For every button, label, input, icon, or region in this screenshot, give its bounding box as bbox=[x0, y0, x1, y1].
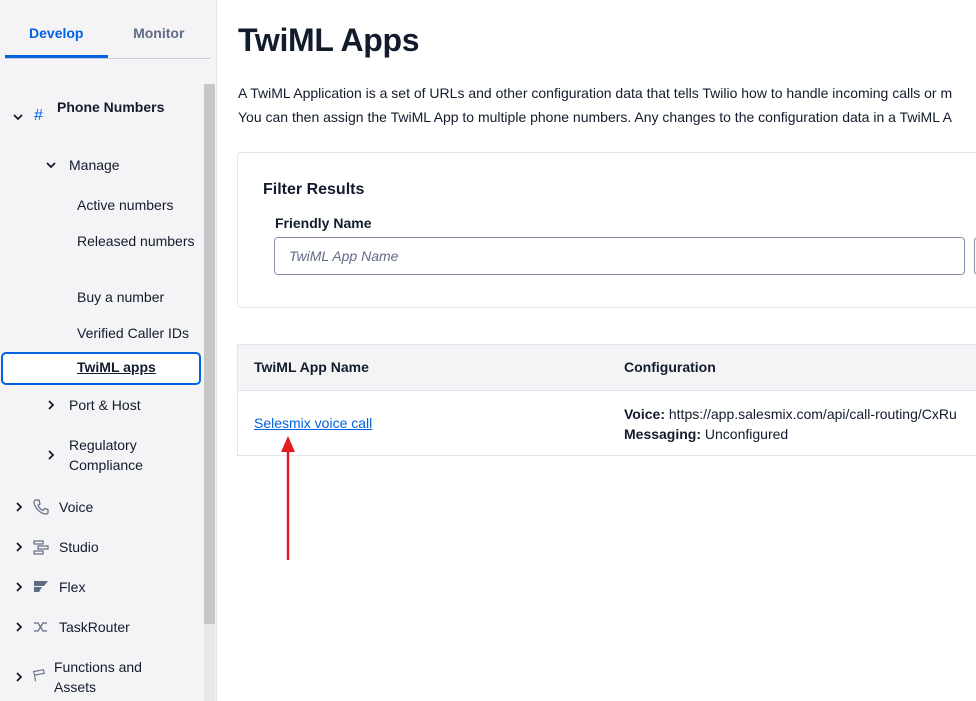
chevron-right-icon[interactable] bbox=[14, 502, 24, 512]
voice-config: Voice: https://app.salesmix.com/api/call… bbox=[624, 404, 957, 424]
sidebar-item-phone-numbers[interactable]: Phone Numbers bbox=[57, 97, 167, 117]
main-content: TwiML Apps A TwiML Application is a set … bbox=[218, 0, 976, 701]
description-line: A TwiML Application is a set of URLs and… bbox=[238, 85, 953, 101]
chevron-right-icon[interactable] bbox=[46, 400, 56, 410]
sidebar: Develop Monitor # Phone Numbers Manage A… bbox=[0, 0, 217, 701]
column-header-configuration: Configuration bbox=[624, 359, 716, 375]
filter-card: Filter Results Friendly Name bbox=[237, 152, 976, 308]
chevron-down-icon[interactable] bbox=[46, 160, 56, 170]
chevron-down-icon[interactable] bbox=[13, 112, 23, 122]
sidebar-item-taskrouter[interactable]: TaskRouter bbox=[59, 617, 130, 637]
configuration-cell: Voice: https://app.salesmix.com/api/call… bbox=[624, 404, 957, 444]
messaging-label: Messaging: bbox=[624, 426, 702, 442]
messaging-config: Messaging: Unconfigured bbox=[624, 424, 957, 444]
sidebar-item-label: TwiML apps bbox=[77, 359, 156, 375]
voice-url: https://app.salesmix.com/api/call-routin… bbox=[668, 406, 957, 422]
filter-title: Filter Results bbox=[263, 181, 365, 198]
sidebar-item-functions-and-assets[interactable]: Functions and Assets bbox=[54, 657, 174, 697]
tab-monitor[interactable]: Monitor bbox=[108, 0, 211, 58]
messaging-value: Unconfigured bbox=[704, 426, 789, 442]
twiml-apps-table: TwiML App Name Configuration Selesmix vo… bbox=[237, 344, 976, 456]
page-description: A TwiML Application is a set of URLs and… bbox=[238, 81, 976, 129]
chevron-right-icon[interactable] bbox=[14, 582, 24, 592]
sidebar-scroll-track[interactable] bbox=[204, 624, 215, 701]
voice-label: Voice: bbox=[624, 406, 665, 422]
sidebar-item-studio[interactable]: Studio bbox=[59, 537, 99, 557]
description-line: You can then assign the TwiML App to mul… bbox=[238, 109, 952, 125]
functions-icon bbox=[31, 668, 49, 686]
column-header-name: TwiML App Name bbox=[254, 359, 369, 375]
chevron-right-icon[interactable] bbox=[14, 622, 24, 632]
sidebar-item-manage[interactable]: Manage bbox=[69, 155, 120, 175]
sidebar-item-active-numbers[interactable]: Active numbers bbox=[77, 195, 202, 215]
page-title: TwiML Apps bbox=[238, 22, 420, 58]
chevron-right-icon[interactable] bbox=[14, 542, 24, 552]
sidebar-item-port-host[interactable]: Port & Host bbox=[69, 395, 141, 415]
friendly-name-input[interactable] bbox=[274, 237, 965, 275]
sidebar-item-twiml-apps[interactable]: TwiML apps bbox=[1, 352, 201, 385]
sidebar-item-flex[interactable]: Flex bbox=[59, 577, 85, 597]
annotation-arrow-icon bbox=[281, 436, 295, 560]
sidebar-item-verified-caller-ids[interactable]: Verified Caller IDs bbox=[77, 323, 202, 343]
sidebar-item-voice[interactable]: Voice bbox=[59, 497, 93, 517]
table-header: TwiML App Name Configuration bbox=[238, 345, 976, 391]
tab-develop[interactable]: Develop bbox=[5, 0, 108, 58]
studio-icon bbox=[32, 538, 50, 556]
sidebar-item-regulatory-compliance[interactable]: Regulatory Compliance bbox=[69, 435, 179, 475]
friendly-name-label: Friendly Name bbox=[275, 215, 372, 231]
taskrouter-icon bbox=[32, 618, 50, 636]
chevron-right-icon[interactable] bbox=[46, 450, 56, 460]
sidebar-item-released-numbers[interactable]: Released numbers bbox=[77, 231, 202, 251]
chevron-right-icon[interactable] bbox=[14, 672, 24, 682]
twiml-app-link[interactable]: Selesmix voice call bbox=[254, 415, 372, 431]
sidebar-scrollbar[interactable] bbox=[204, 84, 215, 624]
sidebar-tabs: Develop Monitor bbox=[5, 0, 210, 59]
flex-icon bbox=[32, 578, 50, 596]
hash-icon: # bbox=[34, 107, 43, 124]
sidebar-item-buy-a-number[interactable]: Buy a number bbox=[77, 287, 202, 307]
phone-icon bbox=[32, 498, 50, 516]
